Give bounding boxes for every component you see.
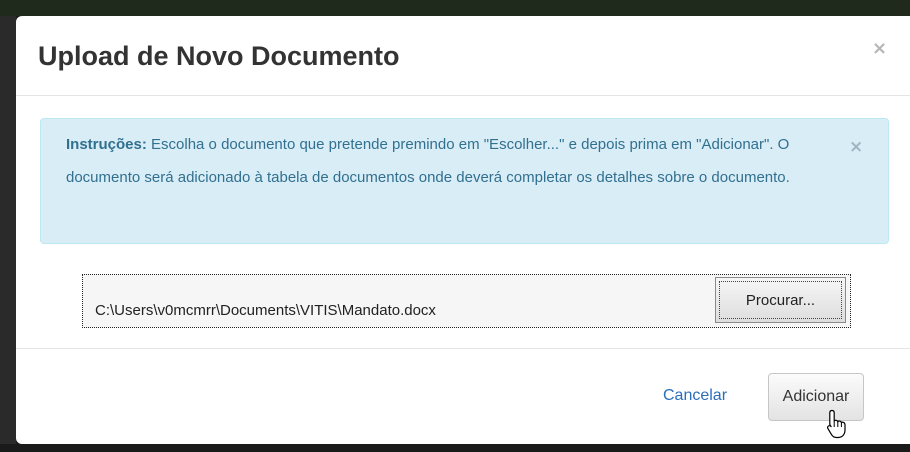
modal-title: Upload de Novo Documento [38,41,400,71]
alert-close-icon[interactable]: × [849,139,863,156]
cancel-link[interactable]: Cancelar [663,386,727,406]
instructions-text-block: Instruções: Escolha o documento que pret… [66,128,828,194]
page-backdrop-top [0,0,910,16]
page-backdrop-bottom [0,444,910,452]
instructions-alert: Instruções: Escolha o documento que pret… [40,118,889,244]
hand-pointer-icon [826,409,846,439]
page-backdrop-left [0,16,16,452]
add-button[interactable]: Adicionar [768,373,864,421]
file-path-value[interactable]: C:\Users\v0mcmrr\Documents\VITIS\Mandato… [95,302,436,319]
modal-footer: Cancelar Adicionar [16,348,910,444]
modal-header: Upload de Novo Documento × [16,16,910,96]
instructions-text: Escolha o documento que pretende premind… [66,136,790,186]
modal-close-icon[interactable]: × [872,40,887,58]
modal-body: Instruções: Escolha o documento que pret… [16,96,910,348]
upload-document-modal: Upload de Novo Documento × Instruções: E… [16,16,910,444]
file-input[interactable]: C:\Users\v0mcmrr\Documents\VITIS\Mandato… [82,274,851,328]
browse-button[interactable]: Procurar... [715,277,846,323]
instructions-label: Instruções: [66,136,147,153]
